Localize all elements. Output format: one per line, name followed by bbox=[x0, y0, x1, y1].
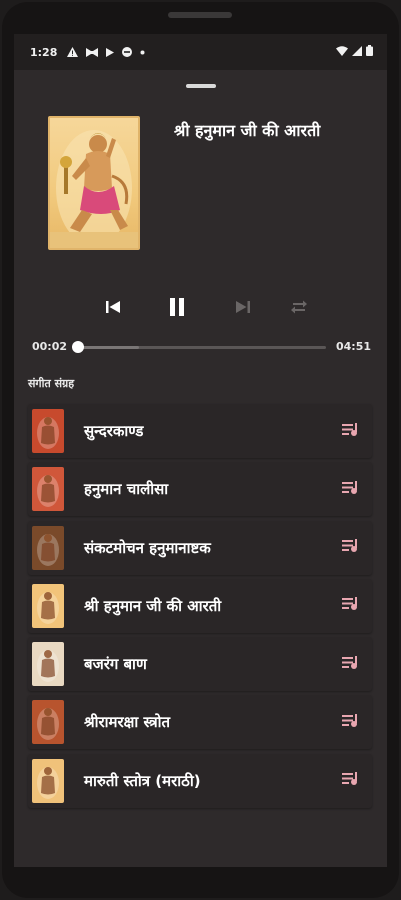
seek-bar[interactable] bbox=[76, 346, 326, 349]
track-thumbnail bbox=[32, 525, 64, 570]
add-to-queue-button[interactable] bbox=[336, 707, 366, 737]
play-icon bbox=[106, 47, 115, 57]
add-to-queue-button[interactable] bbox=[336, 474, 366, 504]
track-title: श्रीरामरक्षा स्त्रोत bbox=[84, 713, 171, 732]
list-item[interactable]: सुन्दरकाण्ड bbox=[28, 404, 372, 458]
playlist-add-icon bbox=[342, 538, 360, 557]
earpiece-speaker bbox=[168, 12, 232, 18]
pause-button[interactable] bbox=[162, 294, 192, 324]
list-item[interactable]: बजरंग बाण bbox=[28, 637, 372, 692]
player-sheet: श्री हनुमान जी की आरती 00:02 04:51 संगीत… bbox=[14, 70, 387, 867]
signal-icon bbox=[352, 45, 362, 59]
next-button[interactable] bbox=[228, 294, 258, 324]
elapsed-time: 00:02 bbox=[32, 340, 68, 353]
repeat-button[interactable] bbox=[284, 294, 314, 324]
add-to-queue-button[interactable] bbox=[336, 649, 366, 679]
track-thumbnail bbox=[32, 409, 64, 453]
wifi-icon bbox=[336, 45, 348, 59]
track-title: संकटमोचन हनुमानाष्टक bbox=[84, 538, 211, 557]
track-title: बजरंग बाण bbox=[84, 655, 147, 674]
track-title: श्री हनुमान जी की आरती bbox=[84, 596, 222, 615]
previous-button[interactable] bbox=[98, 294, 128, 324]
sheet-drag-handle[interactable] bbox=[186, 84, 216, 88]
playlist-add-icon bbox=[342, 422, 360, 441]
playlist-add-icon bbox=[342, 713, 360, 732]
phone-screen: 1:28 श्री हनुमान जी की आरती 00:02 04:51 … bbox=[14, 34, 387, 867]
list-item[interactable]: संकटमोचन हनुमानाष्टक bbox=[28, 520, 372, 575]
hanuman-artwork bbox=[50, 130, 138, 248]
repeat-icon bbox=[290, 299, 308, 319]
list-item[interactable]: श्री हनुमान जी की आरती bbox=[28, 578, 372, 633]
status-bar: 1:28 bbox=[14, 34, 387, 70]
total-duration: 04:51 bbox=[335, 340, 371, 353]
add-to-queue-button[interactable] bbox=[336, 533, 366, 563]
playlist-title: संगीत संग्रह bbox=[28, 377, 75, 390]
track-thumbnail bbox=[32, 758, 64, 803]
playback-controls bbox=[14, 294, 387, 324]
list-item[interactable]: श्रीरामरक्षा स्त्रोत bbox=[28, 695, 372, 750]
track-thumbnail bbox=[32, 583, 64, 628]
battery-icon bbox=[366, 45, 373, 59]
status-right-group bbox=[336, 45, 373, 59]
playlist-add-icon bbox=[342, 655, 360, 674]
playlist: सुन्दरकाण्ड हनुमान चालीसा संकटमोचन हनुमाना… bbox=[28, 404, 372, 812]
add-to-queue-button[interactable] bbox=[336, 416, 366, 446]
track-title: हनुमान चालीसा bbox=[84, 480, 169, 499]
list-item[interactable]: मारुती स्तोत्र (मराठी) bbox=[28, 753, 372, 808]
dnd-icon bbox=[122, 47, 133, 57]
track-thumbnail bbox=[32, 642, 64, 687]
track-thumbnail bbox=[32, 700, 64, 745]
bowtie-icon bbox=[86, 47, 99, 57]
playlist-add-icon bbox=[342, 596, 360, 615]
seek-buffered bbox=[76, 346, 139, 349]
warning-icon bbox=[67, 47, 79, 57]
add-to-queue-button[interactable] bbox=[336, 766, 366, 796]
now-playing-title: श्री हनुमान जी की आरती bbox=[174, 121, 321, 140]
list-item[interactable]: हनुमान चालीसा bbox=[28, 462, 372, 517]
track-title: सुन्दरकाण्ड bbox=[84, 422, 144, 440]
add-to-queue-button[interactable] bbox=[336, 591, 366, 621]
playlist-add-icon bbox=[342, 771, 360, 790]
track-title: मारुती स्तोत्र (मराठी) bbox=[84, 771, 201, 790]
status-time: 1:28 bbox=[30, 45, 58, 59]
pause-icon bbox=[168, 297, 186, 321]
seek-thumb[interactable] bbox=[71, 341, 84, 353]
playlist-add-icon bbox=[342, 480, 360, 499]
album-art bbox=[48, 116, 140, 250]
track-thumbnail bbox=[32, 467, 64, 512]
skip-previous-icon bbox=[105, 299, 121, 319]
dot-icon bbox=[140, 50, 145, 55]
skip-next-icon bbox=[235, 299, 251, 319]
